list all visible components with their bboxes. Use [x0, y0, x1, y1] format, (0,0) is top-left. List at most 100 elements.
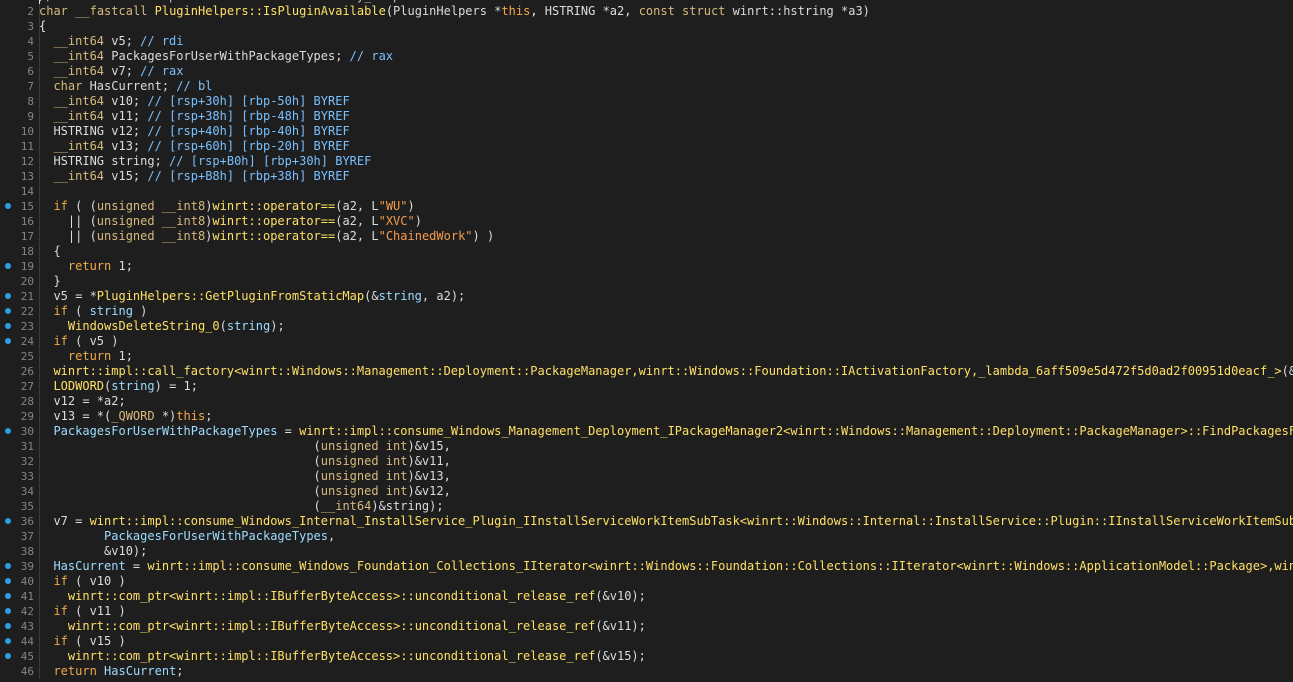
code-line[interactable]: 28 v12 = *a2; — [0, 394, 1293, 409]
code-line[interactable]: 34 (unsigned int)&v12, — [0, 484, 1293, 499]
code-line[interactable]: 36 v7 = winrt::impl::consume_Windows_Int… — [0, 514, 1293, 529]
code-line[interactable]: 33 (unsigned int)&v13, — [0, 469, 1293, 484]
code-token: char — [39, 4, 68, 18]
code-line[interactable]: 23 WindowsDeleteString_0(string); — [0, 319, 1293, 334]
code-line[interactable]: 19 return 1; — [0, 259, 1293, 274]
code-text[interactable]: __int64 v5; // rdi — [39, 34, 184, 49]
line-number: 38 — [20, 545, 34, 558]
code-text[interactable]: __int64 PackagesForUserWithPackageTypes;… — [39, 49, 393, 64]
code-line[interactable]: 16 || (unsigned __int8) winrt::operator==… — [0, 214, 1293, 229]
code-text[interactable]: HSTRING v12; // [rsp+40h] [rbp-40h] BYRE… — [39, 124, 350, 139]
pseudocode-editor[interactable]: 1// Hidden C++ exception states: #wind=4… — [0, 0, 1293, 682]
code-text[interactable]: HasCurrent = winrt::impl::consume_Window… — [39, 559, 1293, 574]
code-text[interactable]: if ( string ) — [39, 304, 147, 319]
code-text[interactable]: (__int64)&string); — [39, 499, 444, 514]
code-text[interactable]: } — [39, 274, 61, 289]
code-line[interactable]: 4 __int64 v5; // rdi — [0, 34, 1293, 49]
code-line[interactable]: 25 return 1; — [0, 349, 1293, 364]
code-text[interactable]: || (unsigned __int8)winrt::operator==(a2… — [39, 229, 494, 244]
code-line[interactable]: 7 char HasCurrent; // bl — [0, 79, 1293, 94]
code-text[interactable]: LODWORD(string) = 1; — [39, 379, 198, 394]
code-text[interactable]: if ( v10 ) — [39, 574, 126, 589]
code-line[interactable]: 2 char __fastcall PluginHelpers::IsPlugin… — [0, 4, 1293, 19]
code-line[interactable]: 9 __int64 v11; // [rsp+38h] [rbp-48h] BY… — [0, 109, 1293, 124]
code-line[interactable]: 15 if ( (unsigned __int8) winrt::operator… — [0, 199, 1293, 214]
code-text[interactable]: __int64 v7; // rax — [39, 64, 184, 79]
code-text[interactable]: { — [39, 244, 61, 259]
code-line[interactable]: 42 if ( v11 ) — [0, 604, 1293, 619]
code-line[interactable]: 14 — [0, 184, 1293, 199]
code-text[interactable]: return 1; — [39, 259, 133, 274]
code-text[interactable]: (unsigned int)&v11, — [39, 454, 451, 469]
code-line[interactable]: 41 winrt::com_ptr<winrt::impl::IBufferBy… — [0, 589, 1293, 604]
code-token: winrt::operator== — [212, 214, 336, 228]
code-text[interactable]: __int64 v15; // [rsp+B8h] [rbp+38h] BYRE… — [39, 169, 350, 184]
code-text[interactable]: winrt::com_ptr<winrt::impl::IBufferByteA… — [39, 649, 646, 664]
code-text[interactable]: char __fastcall PluginHelpers::IsPluginA… — [39, 4, 870, 19]
code-text[interactable]: v5 = *PluginHelpers::GetPluginFromStatic… — [39, 289, 465, 304]
code-line[interactable]: 26 winrt::impl::call_factory<winrt::Wind… — [0, 364, 1293, 379]
code-line[interactable]: 18 { — [0, 244, 1293, 259]
code-line[interactable]: 3{ — [0, 19, 1293, 34]
code-line[interactable]: 44 if ( v15 ) — [0, 634, 1293, 649]
code-line[interactable]: 17 || (unsigned __int8)winrt::operator==… — [0, 229, 1293, 244]
code-text[interactable]: if ( v15 ) — [39, 634, 126, 649]
code-token: PluginHelpers::GetPluginFromStaticMap — [96, 289, 365, 303]
code-text[interactable]: HSTRING string; // [rsp+B0h] [rbp+30h] B… — [39, 154, 371, 169]
code-text[interactable]: PackagesForUserWithPackageTypes = winrt:… — [39, 424, 1293, 439]
code-text[interactable]: if ( v11 ) — [39, 604, 126, 619]
code-token: PackagesForUserWithPackageTypes — [104, 529, 328, 543]
code-text[interactable]: (unsigned int)&v13, — [39, 469, 451, 484]
code-text[interactable]: winrt::com_ptr<winrt::impl::IBufferByteA… — [39, 589, 646, 604]
code-line[interactable]: 11 __int64 v13; // [rsp+60h] [rbp-20h] B… — [0, 139, 1293, 154]
line-number: 6 — [27, 65, 34, 78]
code-line[interactable]: 32 (unsigned int)&v11, — [0, 454, 1293, 469]
code-line[interactable]: 30 PackagesForUserWithPackageTypes = win… — [0, 424, 1293, 439]
code-line[interactable]: 29 v13 = *(_QWORD *)this; — [0, 409, 1293, 424]
code-text[interactable]: return 1; — [39, 349, 133, 364]
code-line[interactable]: 13 __int64 v15; // [rsp+B8h] [rbp+38h] B… — [0, 169, 1293, 184]
code-text[interactable]: || (unsigned __int8)winrt::operator==(a2… — [39, 214, 422, 229]
code-text[interactable]: WindowsDeleteString_0(string); — [39, 319, 285, 334]
code-text[interactable]: v13 = *(_QWORD *)this; — [39, 409, 212, 424]
code-text[interactable]: &v10); — [39, 544, 147, 559]
code-line[interactable]: 45 winrt::com_ptr<winrt::impl::IBufferBy… — [0, 649, 1293, 664]
code-line[interactable]: 10 HSTRING v12; // [rsp+40h] [rbp-40h] B… — [0, 124, 1293, 139]
code-line[interactable]: 40 if ( v10 ) — [0, 574, 1293, 589]
code-text[interactable]: if ( (unsigned __int8) winrt::operator==(… — [39, 199, 415, 214]
code-line[interactable]: 21 v5 = *PluginHelpers::GetPluginFromSta… — [0, 289, 1293, 304]
code-text[interactable]: v12 = *a2; — [39, 394, 126, 409]
code-text[interactable]: __int64 v11; // [rsp+38h] [rbp-48h] BYRE… — [39, 109, 350, 124]
code-line[interactable]: 27 LODWORD(string) = 1; — [0, 379, 1293, 394]
code-text[interactable]: __int64 v10; // [rsp+30h] [rbp-50h] BYRE… — [39, 94, 350, 109]
code-line[interactable]: 35 (__int64)&string); — [0, 499, 1293, 514]
code-line[interactable]: 5 __int64 PackagesForUserWithPackageType… — [0, 49, 1293, 64]
code-text[interactable]: __int64 v13; // [rsp+60h] [rbp-20h] BYRE… — [39, 139, 350, 154]
code-text[interactable]: (unsigned int)&v15, — [39, 439, 451, 454]
code-line[interactable]: 31 (unsigned int)&v15, — [0, 439, 1293, 454]
code-token: (& — [1281, 364, 1293, 378]
code-line[interactable]: 12 HSTRING string; // [rsp+B0h] [rbp+30h… — [0, 154, 1293, 169]
code-line[interactable]: 46 return HasCurrent; — [0, 664, 1293, 679]
code-text[interactable]: if ( v5 ) — [39, 334, 118, 349]
code-text[interactable]: v7 = winrt::impl::consume_Windows_Intern… — [39, 514, 1293, 529]
code-text[interactable]: return HasCurrent; — [39, 664, 184, 679]
code-line[interactable]: 8 __int64 v10; // [rsp+30h] [rbp-50h] BY… — [0, 94, 1293, 109]
code-text[interactable]: (unsigned int)&v12, — [39, 484, 451, 499]
code-line[interactable]: 37 PackagesForUserWithPackageTypes, — [0, 529, 1293, 544]
code-line[interactable]: 6 __int64 v7; // rax — [0, 64, 1293, 79]
code-line[interactable]: 39 HasCurrent = winrt::impl::consume_Win… — [0, 559, 1293, 574]
code-line[interactable]: 38 &v10); — [0, 544, 1293, 559]
code-token: winrt::operator== — [212, 199, 336, 213]
code-text[interactable]: { — [39, 19, 46, 34]
code-line[interactable]: 22 if ( string ) — [0, 304, 1293, 319]
code-text[interactable]: winrt::com_ptr<winrt::impl::IBufferByteA… — [39, 619, 646, 634]
code-line[interactable]: 24 if ( v5 ) — [0, 334, 1293, 349]
code-line[interactable]: 20 } — [0, 274, 1293, 289]
code-line[interactable]: 43 winrt::com_ptr<winrt::impl::IBufferBy… — [0, 619, 1293, 634]
code-text[interactable]: winrt::impl::call_factory<winrt::Windows… — [39, 364, 1293, 379]
code-text[interactable]: char HasCurrent; // bl — [39, 79, 212, 94]
code-text[interactable]: PackagesForUserWithPackageTypes, — [39, 529, 335, 544]
